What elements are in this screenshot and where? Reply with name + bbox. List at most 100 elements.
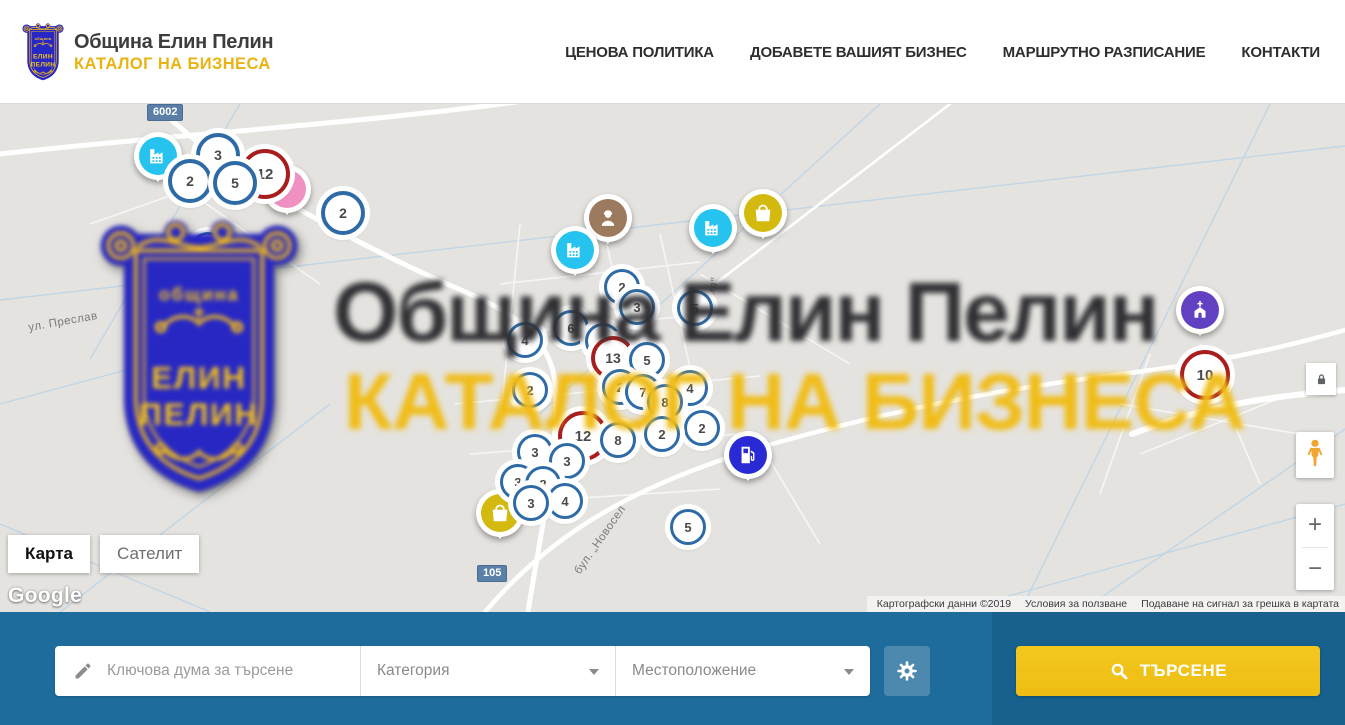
lock-control[interactable] <box>1306 363 1336 395</box>
cluster-count: 7 <box>639 385 646 400</box>
map-cluster-marker[interactable]: 8 <box>647 384 683 420</box>
zoom-out-button[interactable]: − <box>1296 548 1334 591</box>
map-cluster-marker[interactable] <box>190 232 226 268</box>
pin-circle <box>744 194 782 232</box>
google-logo[interactable]: Google <box>8 584 82 608</box>
site-title: Община Елин Пелин <box>74 30 273 54</box>
cluster-count: 5 <box>643 353 650 368</box>
google-map[interactable]: 6002105 ул. Преславбул. „Новоселция" 312… <box>0 104 1345 612</box>
cluster-count: 4 <box>521 333 528 348</box>
cluster-count: 2 <box>698 421 705 436</box>
cluster-count: 2 <box>186 173 194 189</box>
cluster-count: 3 <box>214 147 222 163</box>
map-cluster-marker[interactable]: 5 <box>670 509 706 545</box>
map-cluster-marker[interactable]: 8 <box>600 422 636 458</box>
search-bar: Категория Местоположение <box>55 646 870 696</box>
site-logo[interactable]: община ЕЛИН ПЕЛИН Община Елин Пелин КАТА… <box>22 22 273 82</box>
cluster-count: 3 <box>531 445 538 460</box>
factory-icon <box>564 239 586 261</box>
factory-icon <box>147 145 169 167</box>
factory-icon <box>702 217 724 239</box>
attribution-copyright: Картографски данни ©2019 <box>877 598 1011 610</box>
pegman-control[interactable] <box>1296 432 1334 478</box>
search-icon <box>1109 661 1130 682</box>
map-pin-factory[interactable] <box>556 231 594 269</box>
cluster-count: 5 <box>684 520 691 535</box>
nav-price-policy[interactable]: ЦЕНОВА ПОЛИТИКА <box>565 44 714 61</box>
cluster-count: 3 <box>633 300 640 315</box>
pin-circle <box>589 199 627 237</box>
search-button-label: ТЪРСЕНЕ <box>1140 661 1228 681</box>
pegman-icon <box>1302 438 1328 472</box>
cluster-count: 10 <box>1197 367 1214 384</box>
bag-icon <box>752 202 774 224</box>
category-select[interactable]: Категория <box>360 646 615 696</box>
nav-add-business[interactable]: ДОБАВЕТЕ ВАШИЯТ БИЗНЕС <box>750 44 967 61</box>
map-cluster-marker[interactable]: 4 <box>507 322 543 358</box>
map-pin-fuel[interactable] <box>729 436 767 474</box>
map-pin-worker[interactable] <box>589 199 627 237</box>
pin-circle <box>694 209 732 247</box>
keyword-field <box>55 646 360 696</box>
header: община ЕЛИН ПЕЛИН Община Елин Пелин КАТА… <box>0 0 1345 104</box>
map-cluster-marker[interactable]: 2 <box>321 191 365 235</box>
advanced-settings-button[interactable] <box>884 646 930 696</box>
map-cluster-marker[interactable]: 5 <box>629 342 665 378</box>
map-cluster-marker[interactable]: 2 <box>512 372 548 408</box>
map-pin-bag[interactable] <box>744 194 782 232</box>
cluster-count: 8 <box>614 433 621 448</box>
attribution-report-link[interactable]: Подаване на сигнал за грешка в картата <box>1141 598 1339 610</box>
map-cluster-marker[interactable]: 3 <box>619 289 655 325</box>
worker-icon <box>597 207 619 229</box>
keyword-input[interactable] <box>105 661 348 681</box>
cluster-count: 13 <box>605 350 621 366</box>
gear-icon <box>894 658 920 684</box>
map-type-control: Карта Сателит <box>8 535 199 573</box>
svg-text:община: община <box>35 37 52 41</box>
map-type-map-button[interactable]: Карта <box>8 535 90 573</box>
cluster-count: 5 <box>231 175 239 191</box>
map-cluster-marker[interactable]: 10 <box>1180 350 1230 400</box>
map-cluster-marker[interactable]: 2 <box>168 159 212 203</box>
cluster-count: 3 <box>563 454 570 469</box>
page: община ЕЛИН ПЕЛИН Община Елин Пелин КАТА… <box>0 0 1345 725</box>
map-cluster-marker[interactable]: 2 <box>684 410 720 446</box>
map-cluster-marker[interactable]: 4 <box>547 483 583 519</box>
map-cluster-marker[interactable]: 5 <box>677 290 713 326</box>
cluster-count: 12 <box>257 166 274 183</box>
map-pin-factory[interactable] <box>694 209 732 247</box>
location-select-label: Местоположение <box>632 662 756 680</box>
lock-icon <box>1313 371 1330 388</box>
map-pin-church[interactable] <box>1181 291 1219 329</box>
map-cluster-marker[interactable]: 3 <box>513 485 549 521</box>
category-select-label: Категория <box>377 662 449 680</box>
search-panel: Категория Местоположение ТЪРСЕНЕ <box>0 612 1345 725</box>
pin-circle <box>729 436 767 474</box>
main-nav: ЦЕНОВА ПОЛИТИКА ДОБАВЕТЕ ВАШИЯТ БИЗНЕС М… <box>565 0 1320 104</box>
search-button[interactable]: ТЪРСЕНЕ <box>1016 646 1320 696</box>
map-type-satellite-button[interactable]: Сателит <box>100 535 199 573</box>
cluster-count: 5 <box>691 301 698 316</box>
pencil-icon <box>73 661 93 681</box>
bag-icon <box>489 502 511 524</box>
cluster-count: 4 <box>561 494 568 509</box>
nav-route-schedule[interactable]: МАРШРУТНО РАЗПИСАНИЕ <box>1003 44 1206 61</box>
cluster-count: 6 <box>567 321 574 336</box>
map-cluster-marker[interactable]: 5 <box>213 161 257 205</box>
chevron-down-icon <box>844 669 854 680</box>
map-cluster-marker[interactable]: 2 <box>644 416 680 452</box>
pin-circle <box>556 231 594 269</box>
municipality-crest-icon: община ЕЛИН ПЕЛИН <box>22 22 64 82</box>
cluster-count: 4 <box>686 381 693 396</box>
zoom-in-button[interactable]: + <box>1296 504 1334 547</box>
attribution-terms-link[interactable]: Условия за ползване <box>1025 598 1127 610</box>
cluster-count: 2 <box>658 427 665 442</box>
brand-text: Община Елин Пелин КАТАЛОГ НА БИЗНЕСА <box>74 30 273 74</box>
map-cluster-marker[interactable]: 6 <box>553 310 589 346</box>
nav-contacts[interactable]: КОНТАКТИ <box>1241 44 1320 61</box>
chevron-down-icon <box>589 669 599 680</box>
location-select[interactable]: Местоположение <box>615 646 870 696</box>
fuel-icon <box>737 444 759 466</box>
cluster-count: 2 <box>616 380 623 395</box>
site-subtitle: КАТАЛОГ НА БИЗНЕСА <box>74 54 273 74</box>
